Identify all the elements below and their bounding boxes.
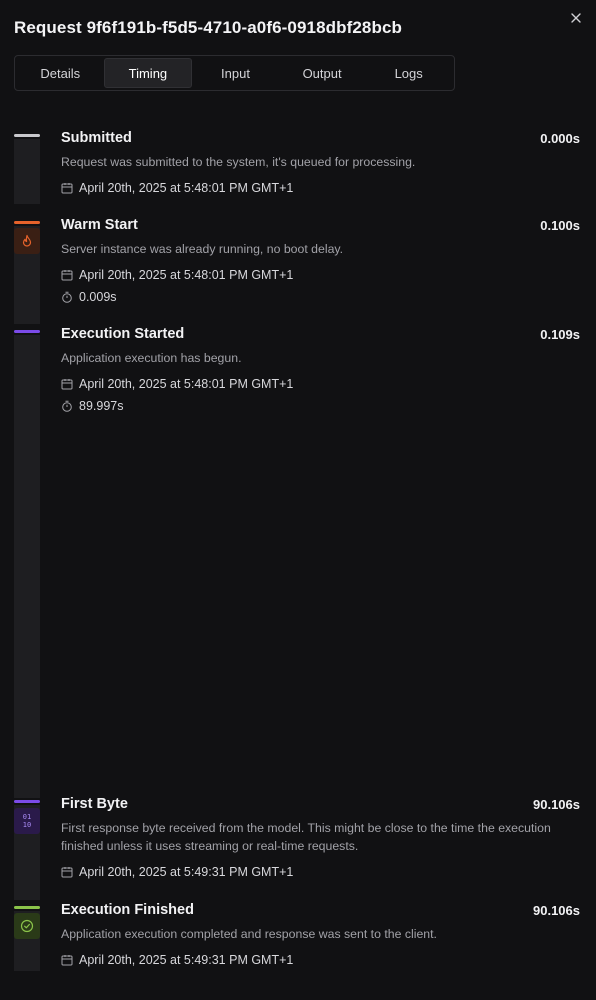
event-date: April 20th, 2025 at 5:48:01 PM GMT+1 [61, 179, 580, 197]
event-name: Execution Started [61, 326, 185, 342]
event-date-text: April 20th, 2025 at 5:48:01 PM GMT+1 [79, 377, 294, 391]
event-date: April 20th, 2025 at 5:48:01 PM GMT+1 [61, 375, 580, 393]
calendar-icon [61, 183, 73, 194]
close-button[interactable] [566, 8, 586, 28]
binary-icon-bottom: 10 [22, 821, 32, 829]
event-description: Application execution has begun. [61, 351, 242, 365]
event-description: Request was submitted to the system, it'… [61, 155, 416, 169]
event-duration: 0.009s [61, 288, 580, 306]
check-circle-icon [14, 913, 40, 939]
event-duration: 89.997s [61, 397, 580, 415]
submitted-marker [14, 134, 40, 137]
execution-finished-marker [14, 906, 40, 909]
tab-timing[interactable]: Timing [103, 58, 193, 88]
timeline-event-submitted: Submitted 0.000s Request was submitted t… [61, 129, 580, 197]
timeline-track [14, 139, 40, 204]
stopwatch-icon [62, 400, 72, 412]
event-description: Application execution completed and resp… [61, 927, 437, 941]
warm-start-marker [14, 221, 40, 224]
event-description: Server instance was already running, no … [61, 242, 344, 256]
tab-logs[interactable]: Logs [365, 58, 452, 88]
event-name: Submitted [61, 130, 132, 146]
event-description: First response byte received from the mo… [61, 821, 551, 853]
event-date: April 20th, 2025 at 5:48:01 PM GMT+1 [61, 266, 580, 284]
event-date-text: April 20th, 2025 at 5:48:01 PM GMT+1 [79, 181, 294, 195]
event-name: First Byte [61, 796, 128, 812]
event-duration-text: 0.009s [79, 290, 117, 304]
timeline-event-first-byte: First Byte 90.106s First response byte r… [61, 795, 580, 881]
event-name: Warm Start [61, 217, 138, 233]
calendar-icon [61, 955, 73, 966]
tab-bar: Details Timing Input Output Logs [14, 55, 455, 91]
page-title: Request 9f6f191b-f5d5-4710-a0f6-0918dbf2… [14, 18, 402, 37]
event-time: 0.100s [540, 217, 580, 233]
event-date-text: April 20th, 2025 at 5:49:31 PM GMT+1 [79, 953, 294, 967]
event-name: Execution Finished [61, 902, 194, 918]
tab-details[interactable]: Details [17, 58, 104, 88]
timeline-event-execution-finished: Execution Finished 90.106s Application e… [61, 901, 580, 969]
calendar-icon [61, 867, 73, 878]
binary-icon: 01 10 [14, 808, 40, 834]
stopwatch-icon [62, 291, 72, 303]
event-time: 90.106s [533, 796, 580, 812]
flame-icon [14, 228, 40, 254]
timeline-event-warm-start: Warm Start 0.100s Server instance was al… [61, 216, 580, 306]
calendar-icon [61, 379, 73, 390]
close-icon [571, 13, 581, 23]
event-time: 90.106s [533, 902, 580, 918]
event-time: 0.109s [540, 326, 580, 342]
event-date: April 20th, 2025 at 5:49:31 PM GMT+1 [61, 863, 580, 881]
binary-icon-top: 01 [22, 813, 32, 821]
tab-output[interactable]: Output [279, 58, 366, 88]
event-date: April 20th, 2025 at 5:49:31 PM GMT+1 [61, 951, 580, 969]
timeline-track [14, 335, 40, 798]
event-date-text: April 20th, 2025 at 5:48:01 PM GMT+1 [79, 268, 294, 282]
calendar-icon [61, 270, 73, 281]
event-time: 0.000s [540, 130, 580, 146]
tab-input[interactable]: Input [192, 58, 279, 88]
execution-started-marker [14, 330, 40, 333]
timeline-event-execution-started: Execution Started 0.109s Application exe… [61, 325, 580, 415]
event-date-text: April 20th, 2025 at 5:49:31 PM GMT+1 [79, 865, 294, 879]
event-duration-text: 89.997s [79, 399, 124, 413]
first-byte-marker [14, 800, 40, 803]
